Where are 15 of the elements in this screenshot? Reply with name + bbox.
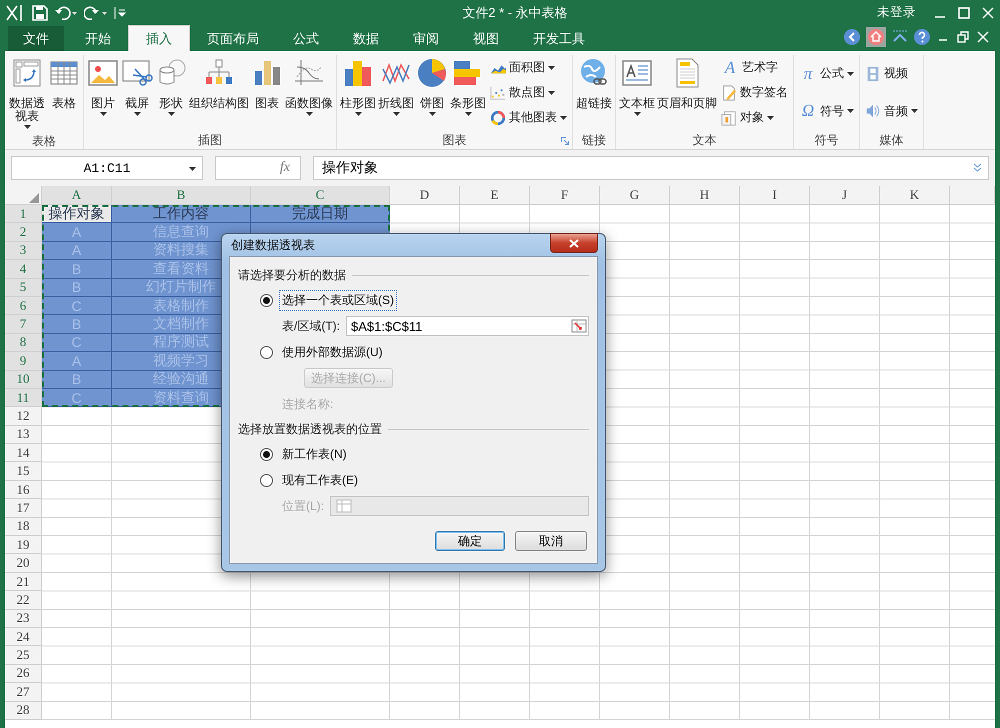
window-title: 文件2 * - 永中表格 (461, 4, 568, 22)
group-label: 图表 (442, 132, 466, 149)
group-label: 插图 (198, 132, 222, 149)
group-label: 媒体 (880, 132, 904, 149)
field-label: 位置(L): (282, 498, 324, 514)
symbol-glyph: A (722, 58, 736, 77)
section-heading: 选择放置数据透视表的位置 (238, 420, 382, 438)
group-label: 文本 (692, 132, 716, 149)
symbol-glyph: π (802, 64, 814, 83)
connection-name-label: 连接名称: (282, 396, 334, 412)
group-label: 符号 (814, 132, 838, 149)
field-label: 表/区域(T): (282, 318, 340, 334)
group-label: 链接 (582, 132, 606, 149)
group-label: 表格 (32, 133, 56, 150)
symbol-glyph: Ω (800, 102, 816, 120)
